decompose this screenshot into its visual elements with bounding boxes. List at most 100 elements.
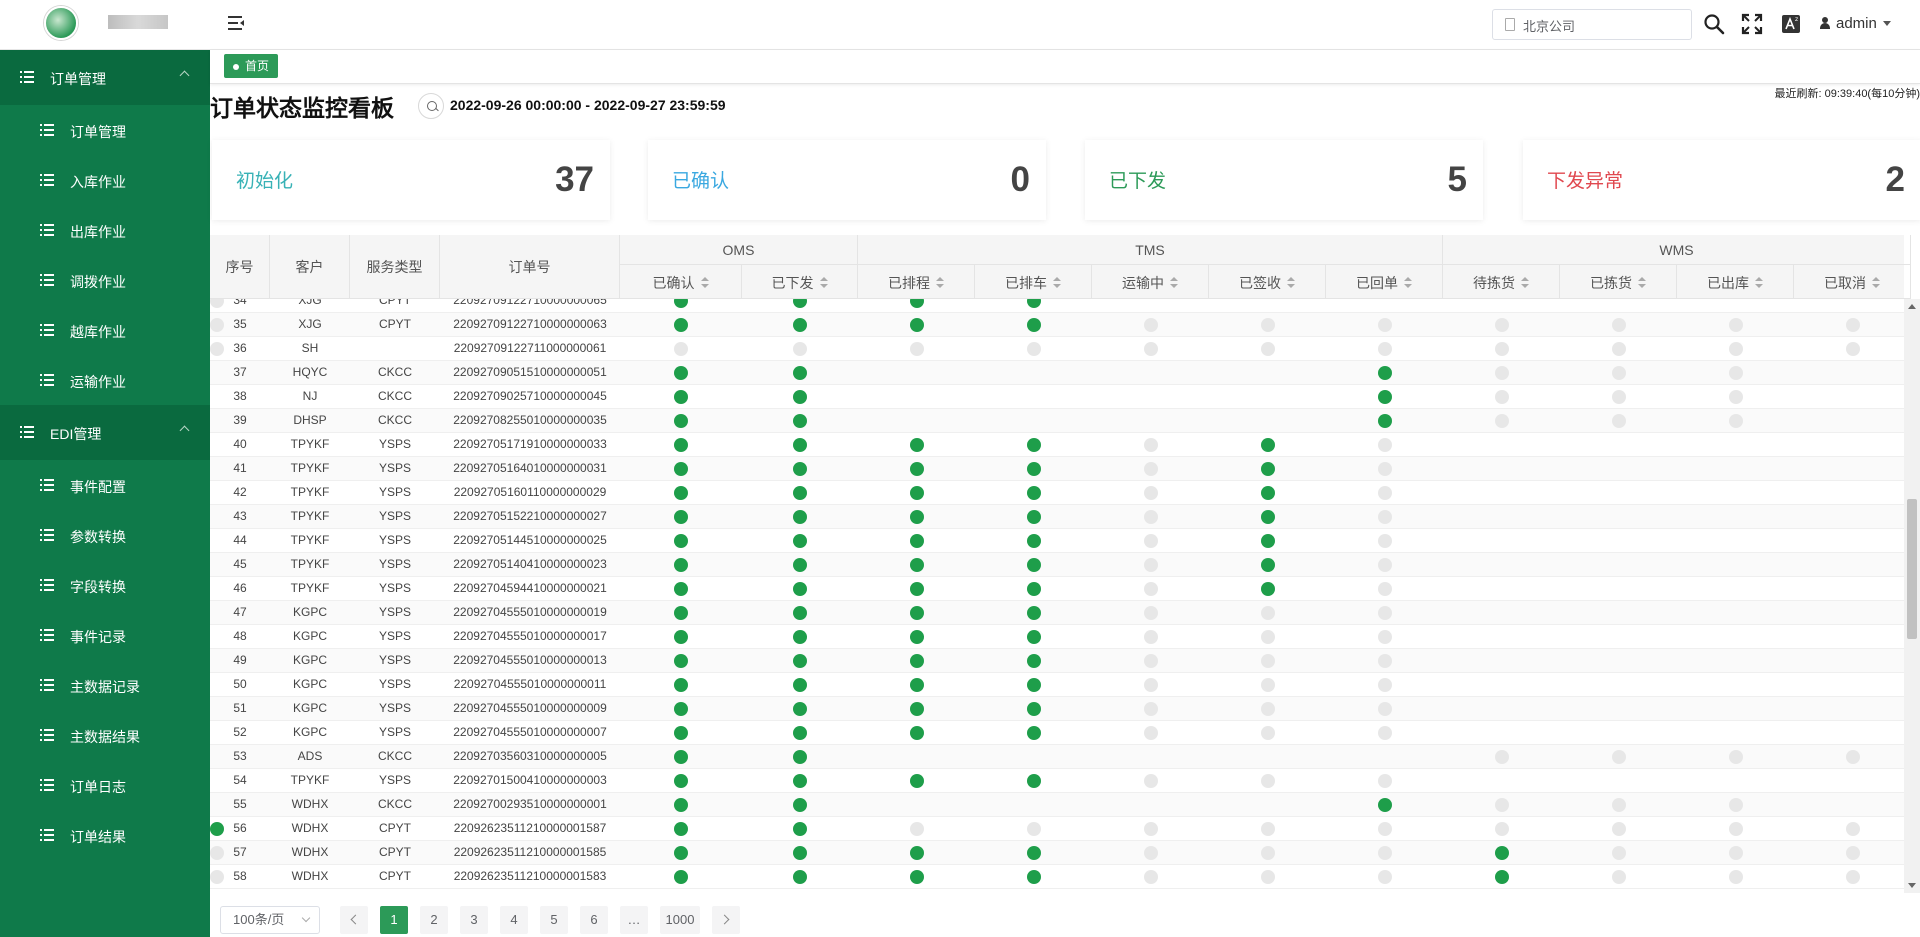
table-row[interactable]: 56 WDHX CPYT 22092623511210000001587 <box>210 817 1904 841</box>
column-header-status[interactable]: 已排车 <box>975 265 1092 299</box>
sort-icon[interactable] <box>1755 277 1763 289</box>
scroll-up-icon[interactable] <box>1908 304 1916 309</box>
company-select-input[interactable] <box>1492 9 1692 40</box>
list-icon <box>40 829 54 841</box>
table-row[interactable]: 44 TPYKF YSPS 22092705144510000000025 <box>210 529 1904 553</box>
table-row[interactable]: 49 KGPC YSPS 22092704555010000000013 <box>210 649 1904 673</box>
sort-icon[interactable] <box>1287 277 1295 289</box>
status-dot-pending <box>1378 822 1392 836</box>
page-button[interactable]: 6 <box>580 906 608 934</box>
sort-icon[interactable] <box>1404 277 1412 289</box>
table-row[interactable]: 36 SH 22092709122711000000061 <box>210 337 1904 361</box>
table-row[interactable]: 55 WDHX CKCC 22092700293510000000001 <box>210 793 1904 817</box>
sidebar-toggle-icon[interactable] <box>226 13 246 33</box>
column-header-status[interactable]: 待拣货 <box>1443 265 1560 299</box>
table-scrollbar[interactable] <box>1904 299 1920 893</box>
sidebar-item[interactable]: 主数据记录 <box>0 660 210 710</box>
table-row[interactable]: 50 KGPC YSPS 22092704555010000000011 <box>210 673 1904 697</box>
column-header-status[interactable]: 已拣货 <box>1560 265 1677 299</box>
user-name: admin <box>1836 15 1877 32</box>
fullscreen-icon[interactable] <box>1741 13 1763 35</box>
table-row[interactable]: 51 KGPC YSPS 22092704555010000000009 <box>210 697 1904 721</box>
table-row[interactable]: 39 DHSP CKCC 22092708255010000000035 <box>210 409 1904 433</box>
sidebar-item[interactable]: 订单管理 <box>0 105 210 155</box>
sidebar-item[interactable]: 订单日志 <box>0 760 210 810</box>
page-button[interactable]: 5 <box>540 906 568 934</box>
cell-seq: 47 <box>233 605 247 619</box>
table-row[interactable]: 46 TPYKF YSPS 22092704594410000000021 <box>210 577 1904 601</box>
table-row[interactable]: 52 KGPC YSPS 22092704555010000000007 <box>210 721 1904 745</box>
user-menu[interactable]: admin <box>1820 15 1891 35</box>
sidebar-item[interactable]: 事件记录 <box>0 610 210 660</box>
sort-icon[interactable] <box>1638 277 1646 289</box>
table-row[interactable]: 53 ADS CKCC 22092703560310000000005 <box>210 745 1904 769</box>
date-range[interactable]: 2022-09-26 00:00:00 - 2022-09-27 23:59:5… <box>450 97 726 113</box>
page-button[interactable]: 2 <box>420 906 448 934</box>
column-header-status[interactable]: 已下发 <box>742 265 858 299</box>
sidebar-item[interactable]: 调拨作业 <box>0 255 210 305</box>
sidebar-item[interactable]: 字段转换 <box>0 560 210 610</box>
table-row[interactable]: 48 KGPC YSPS 22092704555010000000017 <box>210 625 1904 649</box>
column-header-status[interactable]: 已出库 <box>1677 265 1794 299</box>
page-button-current[interactable]: 1 <box>380 906 408 934</box>
sidebar-item[interactable]: 运输作业 <box>0 355 210 405</box>
sidebar-group-1[interactable]: 订单管理 <box>0 50 210 105</box>
page-button[interactable]: 3 <box>460 906 488 934</box>
table-row[interactable]: 38 NJ CKCC 22092709025710000000045 <box>210 385 1904 409</box>
column-header-status[interactable]: 已排程 <box>858 265 975 299</box>
column-group-label: TMS <box>1135 242 1165 258</box>
table-row[interactable]: 45 TPYKF YSPS 22092705140410000000023 <box>210 553 1904 577</box>
page-button[interactable]: 1000 <box>660 906 700 934</box>
table-row[interactable]: 37 HQYC CKCC 22092709051510000000051 <box>210 361 1904 385</box>
scroll-down-icon[interactable] <box>1908 883 1916 888</box>
sidebar-item[interactable]: 订单结果 <box>0 810 210 860</box>
table-row[interactable]: 57 WDHX CPYT 22092623511210000001585 <box>210 841 1904 865</box>
cell-customer: KGPC <box>292 725 327 739</box>
list-icon <box>40 529 54 541</box>
sort-icon[interactable] <box>700 277 709 289</box>
sidebar-item-label: 调拨作业 <box>70 274 126 290</box>
sidebar-item[interactable]: 主数据结果 <box>0 710 210 760</box>
table-row[interactable]: 41 TPYKF YSPS 22092705164010000000031 <box>210 457 1904 481</box>
table-row[interactable]: 58 WDHX CPYT 22092623511210000001583 <box>210 865 1904 889</box>
scroll-thumb[interactable] <box>1907 499 1917 639</box>
column-header-status[interactable]: 已回单 <box>1326 265 1443 299</box>
page-button[interactable]: 4 <box>500 906 528 934</box>
sort-icon[interactable] <box>936 277 944 289</box>
table-row[interactable]: 35 XJG CPYT 22092709122710000000063 <box>210 313 1904 337</box>
sort-icon[interactable] <box>1521 277 1529 289</box>
sort-icon[interactable] <box>1053 277 1061 289</box>
column-header-status[interactable]: 运输中 <box>1092 265 1209 299</box>
column-header-status[interactable]: 已确认 <box>620 265 742 299</box>
column-group-oms: OMS <box>620 235 858 265</box>
translate-icon[interactable]: z <box>1780 13 1802 35</box>
company-select-field[interactable] <box>1523 16 1683 34</box>
status-dot-done <box>793 414 807 428</box>
sidebar-item[interactable]: 参数转换 <box>0 510 210 560</box>
status-dot-done <box>793 510 807 524</box>
page-button[interactable]: … <box>620 906 648 934</box>
sidebar-item[interactable]: 入库作业 <box>0 155 210 205</box>
table-row[interactable]: 34 XJG CPYT 22092709122710000000065 <box>210 299 1904 313</box>
sort-icon[interactable] <box>1170 277 1178 289</box>
table-row[interactable]: 40 TPYKF YSPS 22092705171910000000033 <box>210 433 1904 457</box>
sidebar-item[interactable]: 出库作业 <box>0 205 210 255</box>
page-size-select[interactable]: 100条/页 <box>220 906 320 934</box>
sidebar-item[interactable]: 越库作业 <box>0 305 210 355</box>
sidebar-item[interactable]: 事件配置 <box>0 460 210 510</box>
sort-icon[interactable] <box>819 277 828 289</box>
prev-page-button[interactable] <box>340 906 368 934</box>
tag-home[interactable]: 首页 <box>224 54 279 78</box>
svg-text:z: z <box>1795 16 1798 23</box>
search-icon[interactable] <box>1703 13 1725 35</box>
column-header-status[interactable]: 已签收 <box>1209 265 1326 299</box>
next-page-button[interactable] <box>712 906 740 934</box>
table-row[interactable]: 54 TPYKF YSPS 22092701500410000000003 <box>210 769 1904 793</box>
sort-icon[interactable] <box>1872 277 1880 289</box>
table-row[interactable]: 42 TPYKF YSPS 22092705160110000000029 <box>210 481 1904 505</box>
table-row[interactable]: 43 TPYKF YSPS 22092705152210000000027 <box>210 505 1904 529</box>
sidebar-group-2[interactable]: EDI管理 <box>0 405 210 460</box>
date-picker-icon[interactable] <box>418 93 444 119</box>
table-row[interactable]: 47 KGPC YSPS 22092704555010000000019 <box>210 601 1904 625</box>
column-header-status[interactable]: 已取消 <box>1794 265 1911 299</box>
